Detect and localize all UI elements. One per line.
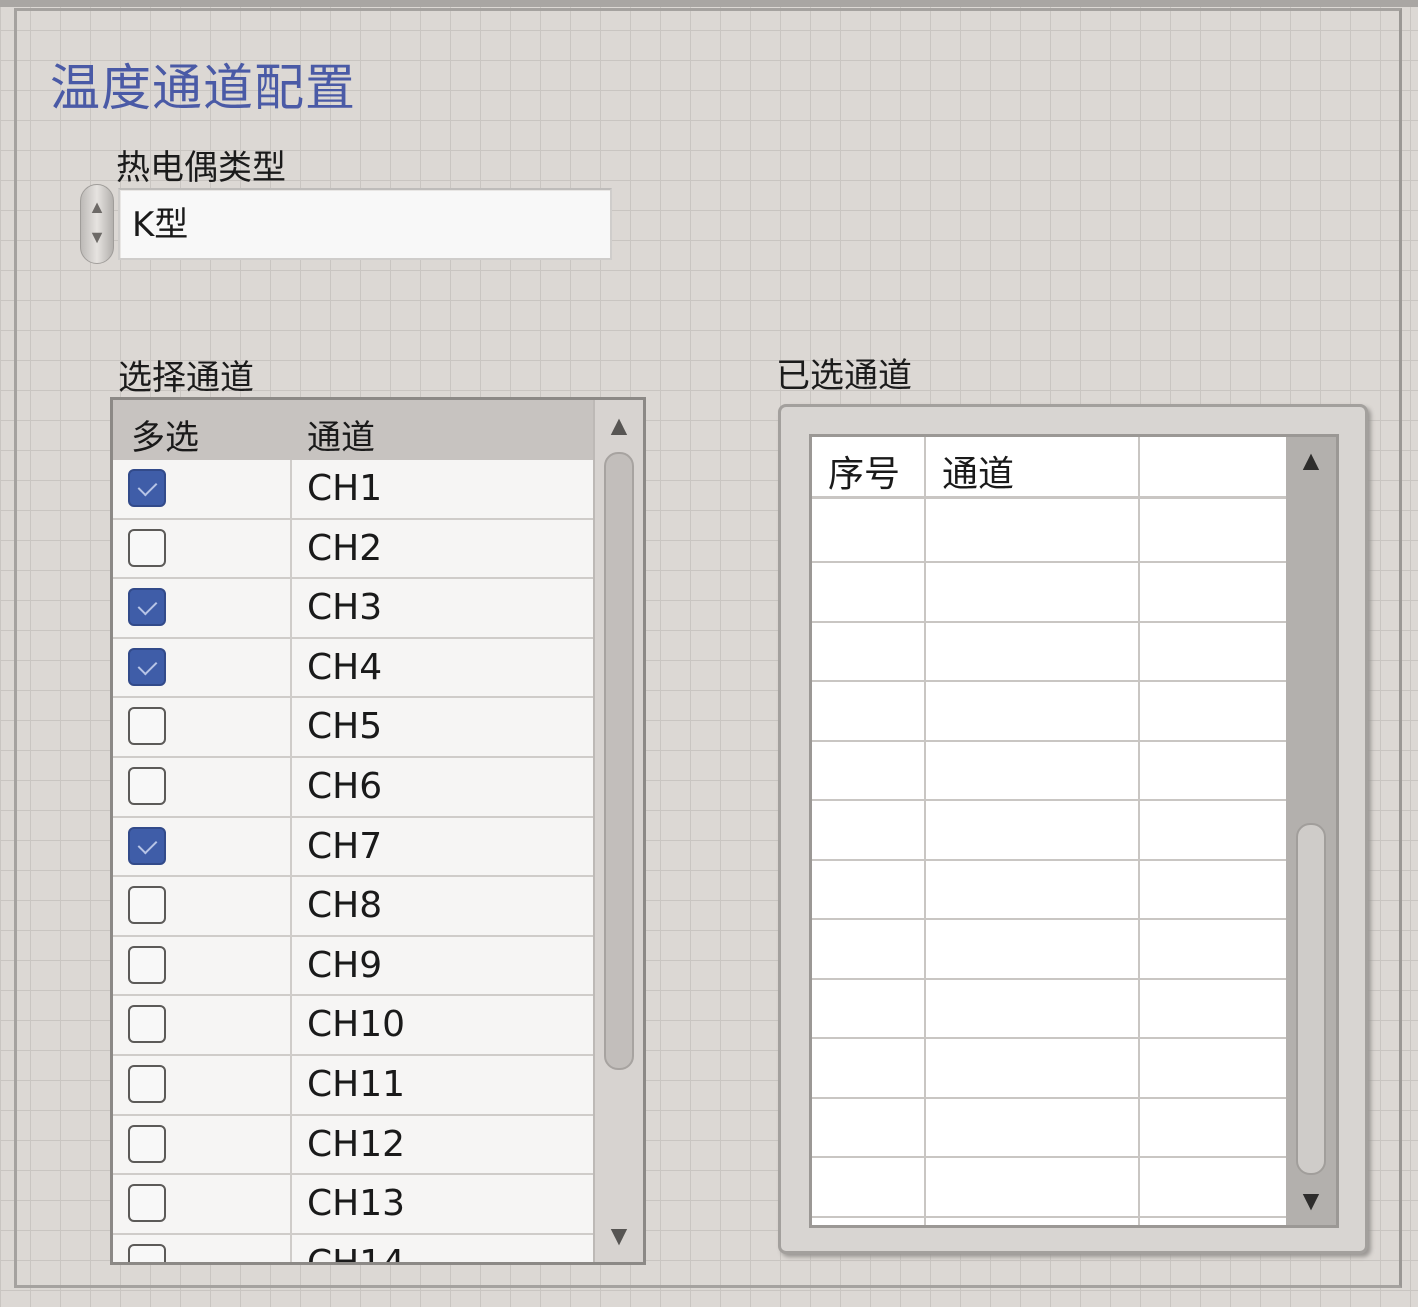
table-row[interactable] bbox=[812, 977, 1286, 980]
column-divider bbox=[290, 1055, 292, 1114]
table-row[interactable] bbox=[812, 858, 1286, 861]
column-divider bbox=[290, 638, 292, 697]
column-divider bbox=[290, 936, 292, 995]
channel-checkbox[interactable] bbox=[128, 826, 166, 865]
thermocouple-type-label: 热电偶类型 bbox=[116, 148, 286, 188]
channel-name: CH13 bbox=[307, 1183, 406, 1225]
list-item[interactable]: CH1 bbox=[113, 460, 593, 520]
scroll-up-icon[interactable]: ▲ bbox=[595, 410, 643, 442]
window-top-border bbox=[0, 0, 1418, 7]
channel-checkbox[interactable] bbox=[128, 886, 166, 925]
list-item[interactable]: CH3 bbox=[113, 579, 593, 639]
list-item[interactable]: CH10 bbox=[113, 996, 593, 1056]
channel-name: CH1 bbox=[307, 468, 383, 509]
channel-name: CH7 bbox=[307, 825, 383, 867]
scrollbar-thumb[interactable] bbox=[1296, 823, 1326, 1175]
listbox-rows: CH1 CH2 CH3 CH4 CH5 CH6 CH7 CH8 CH9 CH10 CH11 CH12 C… bbox=[113, 460, 593, 1265]
list-item[interactable]: CH5 bbox=[113, 698, 593, 758]
channel-name: CH12 bbox=[307, 1123, 406, 1165]
channel-name: CH6 bbox=[307, 765, 383, 807]
channel-name: CH10 bbox=[307, 1004, 406, 1046]
table-row[interactable] bbox=[812, 680, 1286, 682]
selected-channels-table-frame: 序号 通道 ▲ ▼ bbox=[778, 404, 1368, 1254]
spin-down-icon[interactable]: ▼ bbox=[81, 227, 113, 247]
column-header-channel: 通道 bbox=[942, 454, 1015, 495]
list-item[interactable]: CH6 bbox=[113, 757, 593, 818]
channel-name: CH11 bbox=[307, 1063, 406, 1105]
list-item[interactable]: CH8 bbox=[113, 877, 593, 937]
column-divider bbox=[290, 519, 292, 578]
column-header-multiselect: 多选 bbox=[131, 418, 199, 458]
thermocouple-type-select[interactable]: K型 bbox=[118, 188, 612, 260]
list-item[interactable]: CH12 bbox=[113, 1115, 593, 1176]
column-header-channel: 通道 bbox=[307, 418, 375, 458]
scroll-up-icon[interactable]: ▲ bbox=[1286, 445, 1336, 477]
column-divider bbox=[290, 698, 292, 756]
channel-checkbox[interactable] bbox=[128, 1243, 166, 1262]
table-row[interactable] bbox=[812, 620, 1286, 623]
channel-checkbox[interactable] bbox=[128, 1005, 166, 1044]
listbox-header: 多选 通道 bbox=[113, 400, 593, 460]
channel-checkbox[interactable] bbox=[128, 707, 166, 746]
column-divider bbox=[290, 877, 292, 935]
listbox-scrollbar[interactable]: ▲ ▼ bbox=[593, 400, 643, 1262]
spin-up-icon[interactable]: ▲ bbox=[81, 197, 113, 217]
table-column-line bbox=[1138, 437, 1140, 1225]
scroll-down-icon[interactable]: ▼ bbox=[1286, 1185, 1336, 1217]
list-item[interactable]: CH13 bbox=[113, 1175, 593, 1235]
column-divider bbox=[290, 579, 292, 637]
table-row[interactable] bbox=[812, 918, 1286, 920]
table-row[interactable] bbox=[812, 1037, 1286, 1039]
scrollbar-thumb[interactable] bbox=[604, 452, 634, 1070]
channel-checkbox[interactable] bbox=[128, 1064, 166, 1103]
channel-select-listbox[interactable]: 多选 通道 CH1 CH2 CH3 CH4 CH5 CH6 CH7 CH8 CH9 CH10 CH1… bbox=[110, 397, 646, 1265]
table-row[interactable] bbox=[812, 1215, 1286, 1218]
channel-select-label: 选择通道 bbox=[118, 358, 254, 398]
list-item[interactable]: CH7 bbox=[113, 817, 593, 878]
column-divider bbox=[290, 996, 292, 1054]
channel-checkbox[interactable] bbox=[128, 647, 166, 686]
column-divider bbox=[290, 817, 292, 876]
column-header-index: 序号 bbox=[828, 454, 901, 495]
column-divider bbox=[290, 1175, 292, 1233]
table-scrollbar[interactable]: ▲ ▼ bbox=[1286, 437, 1336, 1225]
list-item[interactable]: CH2 bbox=[113, 519, 593, 580]
list-item[interactable]: CH11 bbox=[113, 1055, 593, 1116]
selected-channels-table[interactable]: 序号 通道 ▲ ▼ bbox=[809, 434, 1339, 1228]
channel-checkbox[interactable] bbox=[128, 469, 166, 507]
column-divider bbox=[290, 1115, 292, 1174]
channel-checkbox[interactable] bbox=[128, 945, 166, 984]
channel-name: CH5 bbox=[307, 706, 383, 748]
channel-checkbox[interactable] bbox=[128, 528, 166, 567]
table-row[interactable] bbox=[812, 1096, 1286, 1099]
table-row[interactable] bbox=[812, 1156, 1286, 1158]
channel-checkbox[interactable] bbox=[128, 588, 166, 627]
list-item[interactable]: CH9 bbox=[113, 936, 593, 997]
table-column-line bbox=[924, 437, 926, 1225]
channel-name: CH14 bbox=[307, 1242, 406, 1265]
channel-name: CH8 bbox=[307, 885, 383, 927]
table-grid: 序号 通道 bbox=[812, 437, 1286, 1225]
channel-name: CH3 bbox=[307, 587, 383, 629]
column-divider bbox=[290, 1234, 292, 1262]
thermocouple-type-spinner[interactable]: ▲ ▼ bbox=[80, 184, 114, 264]
page-title: 温度通道配置 bbox=[50, 59, 356, 117]
list-item[interactable]: CH4 bbox=[113, 638, 593, 699]
column-divider bbox=[290, 460, 292, 518]
channel-name: CH4 bbox=[307, 646, 383, 688]
table-row[interactable] bbox=[812, 739, 1286, 742]
channel-checkbox[interactable] bbox=[128, 1184, 166, 1223]
scroll-down-icon[interactable]: ▼ bbox=[595, 1220, 643, 1252]
channel-name: CH9 bbox=[307, 944, 383, 986]
list-item[interactable]: CH14 bbox=[113, 1234, 593, 1265]
column-divider bbox=[290, 757, 292, 816]
channel-name: CH2 bbox=[307, 527, 383, 569]
selected-channels-label: 已选通道 bbox=[776, 356, 912, 396]
table-row[interactable] bbox=[812, 561, 1286, 563]
table-row[interactable] bbox=[812, 799, 1286, 801]
channel-checkbox[interactable] bbox=[128, 1124, 166, 1163]
table-header: 序号 通道 bbox=[812, 437, 1286, 499]
channel-checkbox[interactable] bbox=[128, 766, 166, 805]
